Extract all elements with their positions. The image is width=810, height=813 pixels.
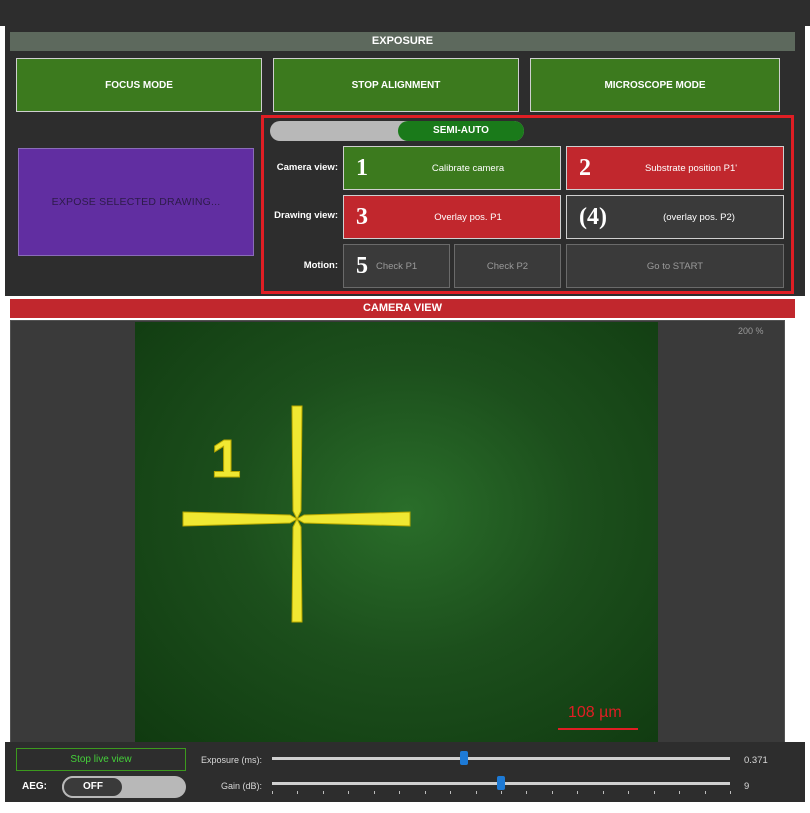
- button-label: (overlay pos. P2): [663, 211, 735, 223]
- camera-view-header: CAMERA VIEW: [10, 299, 795, 318]
- gain-tick: [424, 791, 426, 794]
- step-number: 5: [356, 253, 368, 279]
- step-number: 2: [579, 155, 591, 181]
- gain-tick: [399, 791, 401, 794]
- step-number: 1: [356, 155, 368, 181]
- gain-tick: [730, 791, 731, 794]
- overlay-pos-p1-button[interactable]: 3 Overlay pos. P1: [343, 195, 561, 239]
- step-number: (4): [579, 204, 607, 230]
- go-to-start-button[interactable]: Go to START: [566, 244, 784, 288]
- mode-toggle-semi-auto[interactable]: SEMI-AUTO: [398, 121, 524, 141]
- exposure-value: 0.371: [744, 755, 768, 766]
- gain-tick: [348, 791, 350, 794]
- expose-selected-drawing-button[interactable]: EXPOSE SELECTED DRAWING...: [18, 148, 254, 256]
- button-label: Go to START: [646, 260, 704, 272]
- exposure-header: EXPOSURE: [10, 32, 795, 51]
- alignment-cross-icon: 1: [182, 405, 411, 623]
- microscope-mode-button[interactable]: MICROSCOPE MODE: [530, 58, 780, 112]
- gain-tick: [373, 791, 375, 794]
- marker-number: 1: [211, 429, 241, 489]
- exposure-slider-thumb[interactable]: [460, 751, 469, 765]
- aeg-toggle-state[interactable]: OFF: [62, 776, 124, 798]
- gain-tick: [704, 791, 706, 794]
- exposure-slider-label: Exposure (ms):: [200, 755, 262, 765]
- gain-tick: [577, 791, 579, 794]
- motion-row-label: Motion:: [303, 260, 338, 271]
- aeg-label: AEG:: [22, 781, 47, 792]
- button-label: Calibrate camera: [431, 162, 505, 174]
- zoom-level: 200 %: [738, 326, 764, 336]
- scale-bar-label: 108 µm: [568, 704, 622, 721]
- button-label: Check P2: [486, 260, 529, 272]
- gain-slider-thumb[interactable]: [497, 776, 505, 790]
- gain-tick: [526, 791, 528, 794]
- drawing-view-row-label: Drawing view:: [274, 210, 338, 221]
- gain-tick: [450, 791, 452, 794]
- stop-live-view-button[interactable]: Stop live view: [16, 748, 186, 771]
- gain-tick: [653, 791, 655, 794]
- gain-tick: [628, 791, 630, 794]
- button-label: Check P1: [376, 260, 418, 272]
- button-label: Substrate position P1': [644, 162, 738, 174]
- gain-slider-ticks: [272, 791, 731, 795]
- check-p1-button[interactable]: 5 Check P1: [343, 244, 450, 288]
- gain-tick: [322, 791, 324, 794]
- stop-alignment-button[interactable]: STOP ALIGNMENT: [273, 58, 519, 112]
- focus-mode-button[interactable]: FOCUS MODE: [16, 58, 262, 112]
- gain-tick: [272, 791, 273, 794]
- camera-view-row-label: Camera view:: [276, 162, 338, 173]
- check-p2-button[interactable]: Check P2: [454, 244, 561, 288]
- gain-tick: [475, 791, 477, 794]
- gain-tick: [297, 791, 299, 794]
- gain-tick: [679, 791, 681, 794]
- gain-slider-label: Gain (dB):: [220, 781, 262, 791]
- gain-value: 9: [744, 781, 750, 792]
- button-label: Overlay pos. P1: [434, 211, 502, 223]
- gain-tick: [602, 791, 604, 794]
- overlay-pos-p2-button[interactable]: (4) (overlay pos. P2): [566, 195, 784, 239]
- exposure-slider-track[interactable]: [272, 757, 730, 760]
- substrate-position-p1-button[interactable]: 2 Substrate position P1': [566, 146, 784, 190]
- gain-tick: [501, 791, 502, 794]
- gain-tick: [551, 791, 553, 794]
- calibrate-camera-button[interactable]: 1 Calibrate camera: [343, 146, 561, 190]
- window-top-bar: [0, 0, 810, 26]
- step-number: 3: [356, 204, 368, 230]
- scale-bar: [558, 728, 638, 730]
